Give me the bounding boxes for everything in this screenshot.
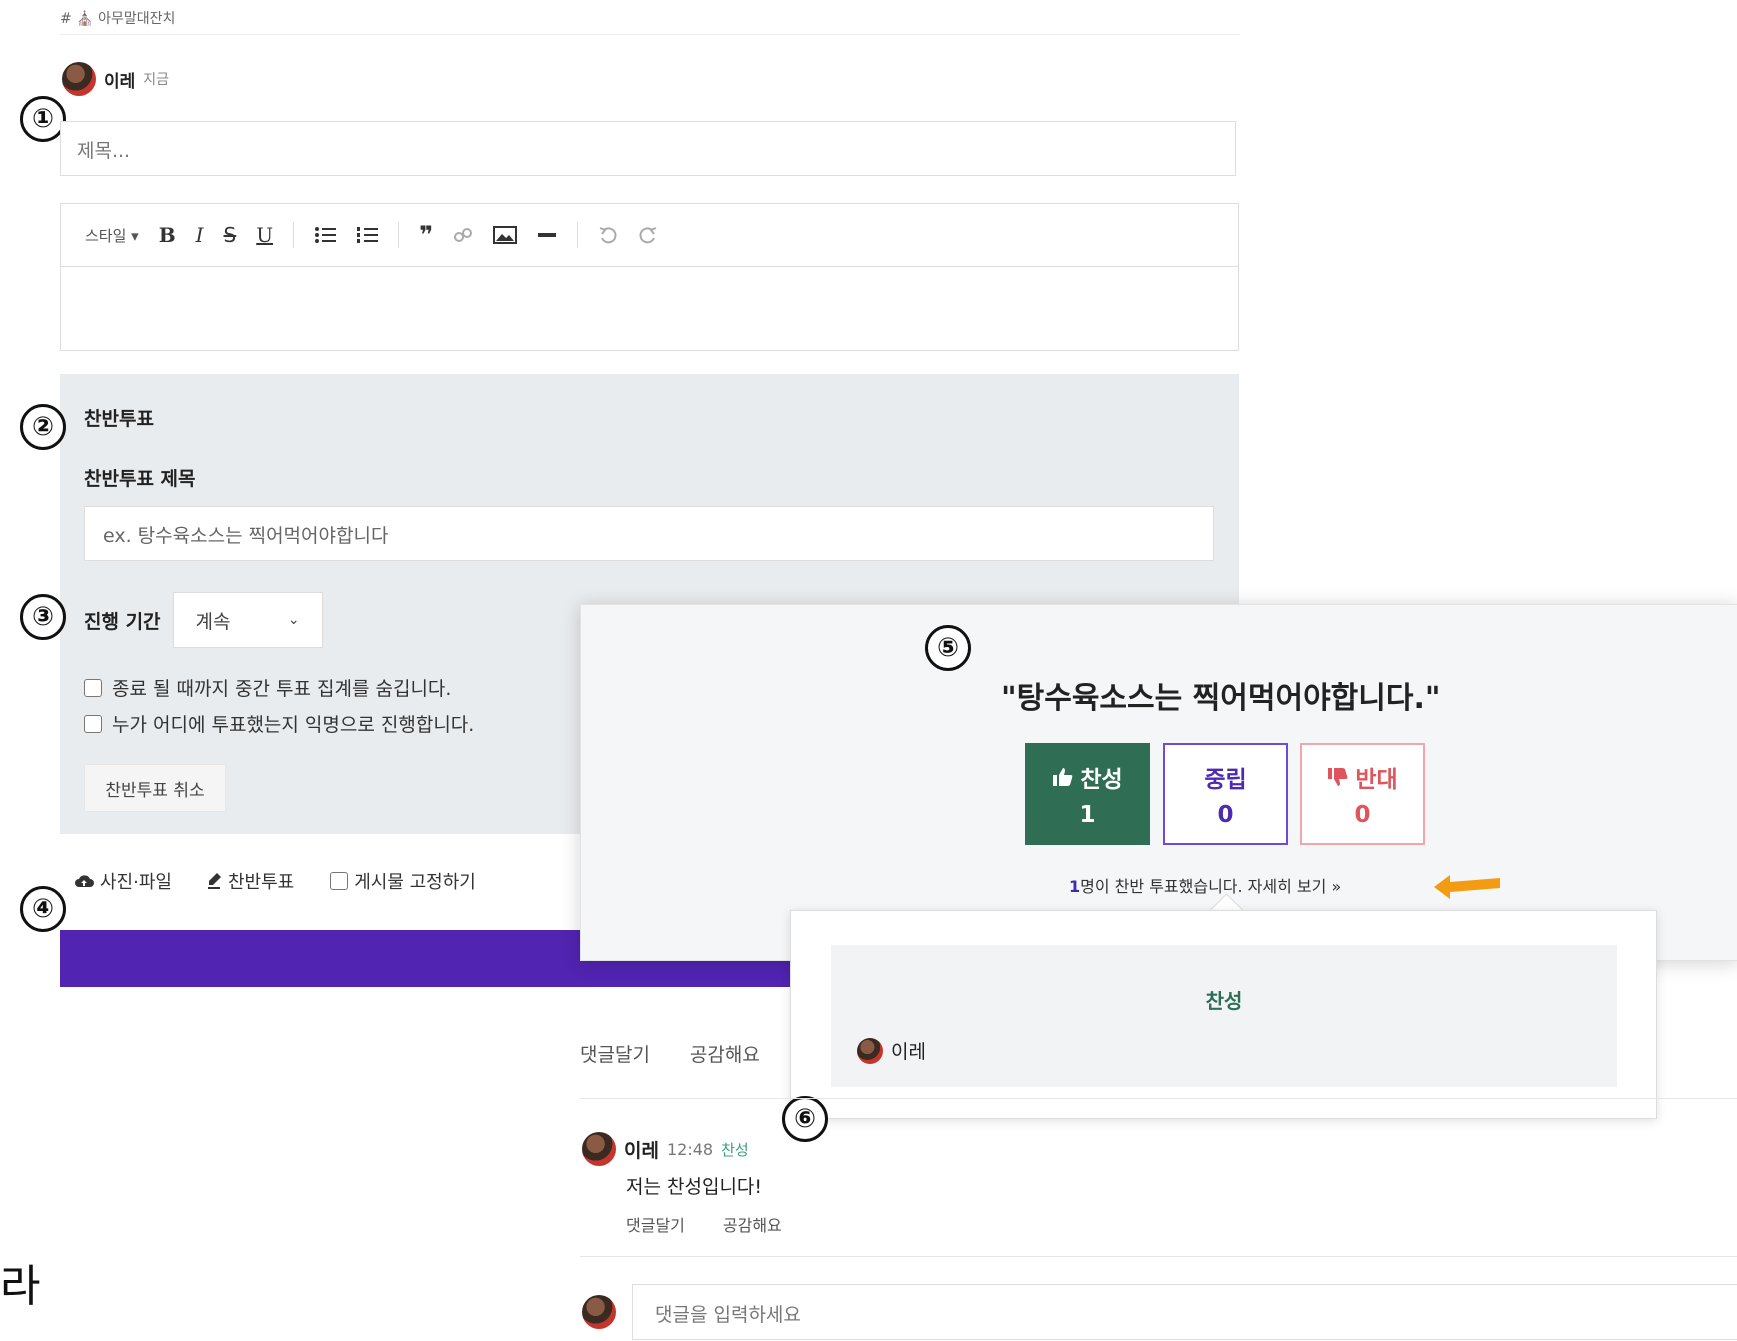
voters-list: 찬성 이레: [831, 945, 1617, 1087]
strikethrough-button[interactable]: S: [224, 223, 237, 247]
post-author-row: 이레 지금: [62, 62, 169, 96]
pin-post-checkbox[interactable]: [330, 872, 349, 890]
vote-for-count: 1: [1079, 802, 1096, 828]
vote-summary-link[interactable]: 1명이 찬반 투표했습니다. 자세히 보기 »: [1069, 873, 1341, 897]
vote-against-count: 0: [1354, 802, 1371, 828]
vote-against-button[interactable]: 반대 0: [1300, 743, 1425, 845]
header-divider: [60, 34, 1240, 35]
rich-text-editor[interactable]: 스타일 ▾ B I S U ❞: [60, 203, 1239, 351]
vote-section-title: 찬반투표: [84, 408, 154, 430]
pen-icon: [207, 873, 221, 889]
comment-vote-tag: 찬성: [721, 1140, 749, 1159]
toolbar-separator: [398, 222, 400, 248]
hide-results-label: 종료 될 때까지 중간 투표 집계를 숨깁니다.: [112, 678, 452, 700]
author-avatar: [62, 62, 96, 96]
post-like-button[interactable]: 공감해요: [690, 1040, 760, 1067]
annotation-marker-5: ⑤: [925, 625, 971, 671]
italic-button[interactable]: I: [196, 223, 204, 247]
comment-header: 이레 12:48 찬성: [582, 1132, 749, 1166]
post-options-bar: 사진·파일 찬반투표 게시물 고정하기: [74, 868, 476, 894]
post-time: 지금: [143, 72, 170, 88]
vote-title-input[interactable]: ex. 탕수육소스는 찍어먹어야합니다: [84, 506, 1214, 561]
post-title-input[interactable]: 제목...: [60, 121, 1236, 176]
vote-for-button[interactable]: 찬성 1: [1025, 743, 1150, 845]
bold-button[interactable]: B: [159, 223, 176, 247]
comment-time: 12:48: [666, 1139, 714, 1159]
comment-author: 이레: [624, 1139, 659, 1162]
vote-title-label: 찬반투표 제목: [84, 468, 196, 490]
vote-against-label: 반대: [1355, 767, 1398, 793]
post-actions: 댓글달기 공감해요: [580, 1040, 760, 1067]
image-icon[interactable]: [493, 225, 518, 245]
reply-avatar: [582, 1295, 616, 1329]
pin-post-option[interactable]: 게시물 고정하기: [330, 868, 476, 894]
numbered-list-icon[interactable]: [356, 225, 379, 245]
comment-item: 이레 12:48 찬성 저는 찬성입니다! 댓글달기 공감해요: [582, 1132, 782, 1235]
vote-neutral-label: 중립: [1204, 767, 1247, 793]
add-vote-button[interactable]: 찬반투표: [207, 868, 295, 894]
cloud-upload-icon: [75, 875, 94, 887]
underline-button[interactable]: U: [256, 223, 273, 247]
comment-text: 저는 찬성입니다!: [626, 1176, 763, 1198]
vote-period-value: 계속: [195, 610, 231, 633]
voters-group-heading: 찬성: [1205, 989, 1243, 1013]
channel-label[interactable]: # ⛪ 아무말대잔치: [60, 8, 175, 28]
style-dropdown[interactable]: 스타일 ▾: [85, 225, 139, 246]
voters-popup: 찬성 이레: [790, 910, 1657, 1119]
attach-photo-file-label: 사진·파일: [100, 872, 172, 893]
cropped-side-text: 라: [0, 1261, 41, 1312]
vote-period-select[interactable]: 계속 ⌄: [172, 592, 323, 648]
attach-photo-file-button[interactable]: 사진·파일: [74, 868, 172, 894]
hide-results-checkbox[interactable]: [84, 678, 102, 697]
vote-summary-text: 명이 찬반 투표했습니다. 자세히 보기 »: [1080, 877, 1342, 896]
thumbs-down-icon: [1328, 768, 1348, 786]
reply-row: 댓글을 입력하세요: [582, 1284, 1737, 1340]
thumbs-up-icon: [1053, 768, 1073, 786]
toolbar-separator: [293, 222, 295, 248]
cancel-vote-button[interactable]: 찬반투표 취소: [84, 764, 226, 812]
pin-post-label: 게시물 고정하기: [354, 872, 476, 893]
voter-name: 이레: [891, 1041, 926, 1063]
anonymous-label: 누가 어디에 투표했는지 익명으로 진행합니다.: [112, 714, 475, 736]
vote-result-title: "탕수육소스는 찍어먹어야합니다.": [1001, 681, 1441, 716]
reply-divider: [580, 1256, 1737, 1257]
toolbar-separator: [577, 222, 579, 248]
quote-icon[interactable]: ❞: [419, 221, 433, 249]
link-icon[interactable]: [453, 225, 473, 245]
vote-period-row: 진행 기간 계속 ⌄: [84, 592, 323, 648]
undo-icon[interactable]: [598, 225, 618, 245]
annotation-marker-6: ⑥: [782, 1096, 828, 1142]
add-vote-label: 찬반투표: [227, 872, 295, 893]
comment-reply-button[interactable]: 댓글달기: [626, 1212, 685, 1236]
post-comment-button[interactable]: 댓글달기: [580, 1040, 650, 1067]
vote-summary-count: 1: [1069, 877, 1081, 896]
bullet-list-icon[interactable]: [314, 225, 337, 245]
voter-avatar: [857, 1037, 883, 1064]
annotation-marker-4: ④: [20, 886, 66, 932]
reply-input[interactable]: 댓글을 입력하세요: [632, 1284, 1737, 1340]
chevron-down-icon: ⌄: [287, 612, 300, 628]
comment-actions: 댓글달기 공감해요: [626, 1212, 782, 1236]
annotation-marker-3: ③: [20, 594, 66, 640]
hide-results-option[interactable]: 종료 될 때까지 중간 투표 집계를 숨깁니다.: [84, 674, 451, 701]
comment-like-button[interactable]: 공감해요: [723, 1212, 782, 1236]
vote-neutral-button[interactable]: 중립 0: [1163, 743, 1288, 845]
vote-for-label: 찬성: [1080, 767, 1123, 793]
comment-avatar: [582, 1132, 616, 1166]
vote-result-card: ⑤ "탕수육소스는 찍어먹어야합니다." 찬성 1 중립 0 반대 0 1명이 …: [580, 604, 1737, 961]
author-name: 이레: [104, 71, 136, 92]
comments-divider: [580, 1098, 1737, 1099]
anonymous-checkbox[interactable]: [84, 714, 102, 733]
vote-period-label: 진행 기간: [84, 610, 161, 633]
voter-item[interactable]: 이레: [857, 1037, 926, 1064]
horizontal-rule-icon[interactable]: [537, 225, 557, 245]
editor-toolbar: 스타일 ▾ B I S U ❞: [61, 204, 1238, 267]
redo-icon[interactable]: [638, 225, 658, 245]
anonymous-option[interactable]: 누가 어디에 투표했는지 익명으로 진행합니다.: [84, 710, 474, 737]
vote-neutral-count: 0: [1217, 802, 1234, 828]
annotation-marker-2: ②: [20, 404, 66, 450]
